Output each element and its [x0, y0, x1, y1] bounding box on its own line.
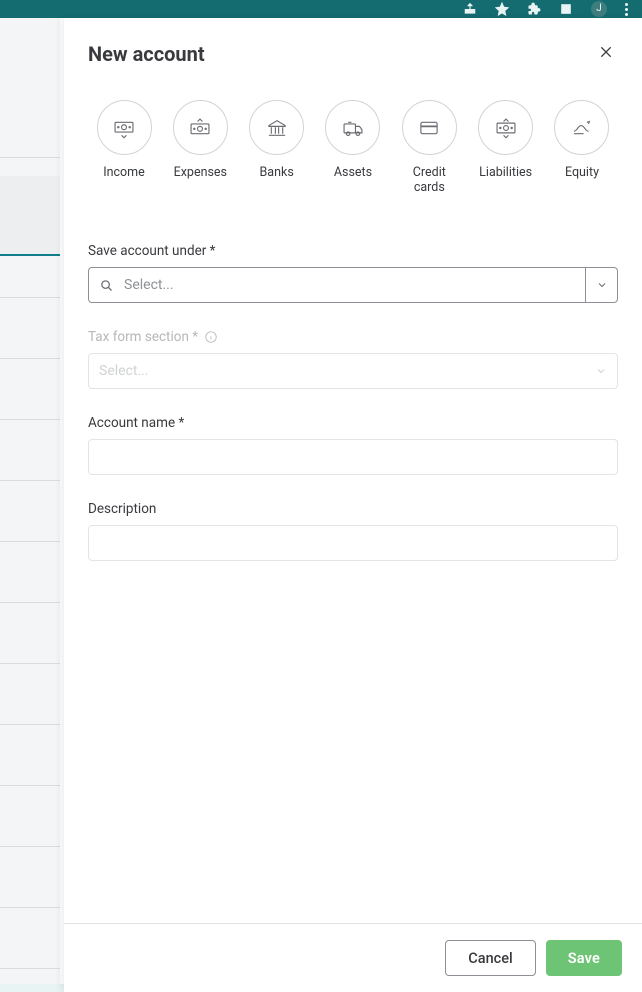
dropdown-toggle [585, 354, 617, 388]
account-name-input[interactable] [88, 439, 618, 475]
form: Save account under * Tax form section * [64, 195, 642, 923]
category-label: Equity [565, 165, 599, 180]
assets-icon [340, 115, 366, 141]
tax-form-section-combobox [88, 353, 618, 389]
category-label: Income [103, 165, 145, 180]
profile-avatar[interactable]: J [591, 1, 607, 17]
field-save-account-under: Save account under * [88, 243, 618, 303]
panel-title: New account [88, 42, 205, 66]
chevron-down-icon [595, 365, 607, 377]
extensions-icon[interactable] [527, 2, 541, 16]
credit-cards-icon [416, 115, 442, 141]
category-row: Income Expenses [64, 68, 642, 195]
new-account-panel: New account Income [64, 18, 642, 992]
category-equity[interactable]: Equity [546, 100, 618, 195]
expenses-icon [187, 115, 213, 141]
income-icon [111, 115, 137, 141]
close-icon [598, 44, 614, 60]
field-label: Tax form section * [88, 329, 618, 345]
category-label: Banks [260, 165, 294, 180]
category-liabilities[interactable]: Liabilities [470, 100, 542, 195]
panel-footer: Cancel Save [64, 923, 642, 992]
field-description: Description [88, 501, 618, 561]
save-account-under-combobox[interactable] [88, 267, 618, 303]
description-input[interactable] [88, 525, 618, 561]
liabilities-icon [493, 115, 519, 141]
category-credit-cards[interactable]: Credit cards [393, 100, 465, 195]
search-icon [99, 278, 114, 293]
category-label: Expenses [174, 165, 227, 180]
browser-toolbar: J [0, 0, 642, 18]
star-icon[interactable] [495, 2, 509, 16]
tabs-icon[interactable] [559, 2, 573, 16]
field-label: Description [88, 501, 618, 517]
save-button[interactable]: Save [546, 940, 622, 976]
info-icon [204, 330, 218, 344]
field-account-name: Account name * [88, 415, 618, 475]
category-assets[interactable]: Assets [317, 100, 389, 195]
banks-icon [264, 115, 290, 141]
category-income[interactable]: Income [88, 100, 160, 195]
field-tax-form-section: Tax form section * [88, 329, 618, 389]
share-icon[interactable] [463, 2, 477, 16]
dropdown-toggle[interactable] [585, 268, 617, 302]
close-button[interactable] [594, 40, 618, 68]
category-label: Liabilities [479, 165, 532, 180]
browser-menu-icon[interactable] [625, 3, 628, 16]
category-label: Assets [334, 165, 372, 180]
category-label: Credit cards [399, 165, 459, 195]
save-account-under-input[interactable] [118, 268, 585, 302]
category-expenses[interactable]: Expenses [164, 100, 236, 195]
field-label: Save account under * [88, 243, 618, 259]
chevron-down-icon [596, 279, 608, 291]
tax-form-section-input [89, 354, 585, 388]
cancel-button[interactable]: Cancel [445, 940, 535, 976]
field-label: Account name * [88, 415, 618, 431]
category-banks[interactable]: Banks [241, 100, 313, 195]
equity-icon [569, 115, 595, 141]
background-sidebar [0, 18, 60, 992]
